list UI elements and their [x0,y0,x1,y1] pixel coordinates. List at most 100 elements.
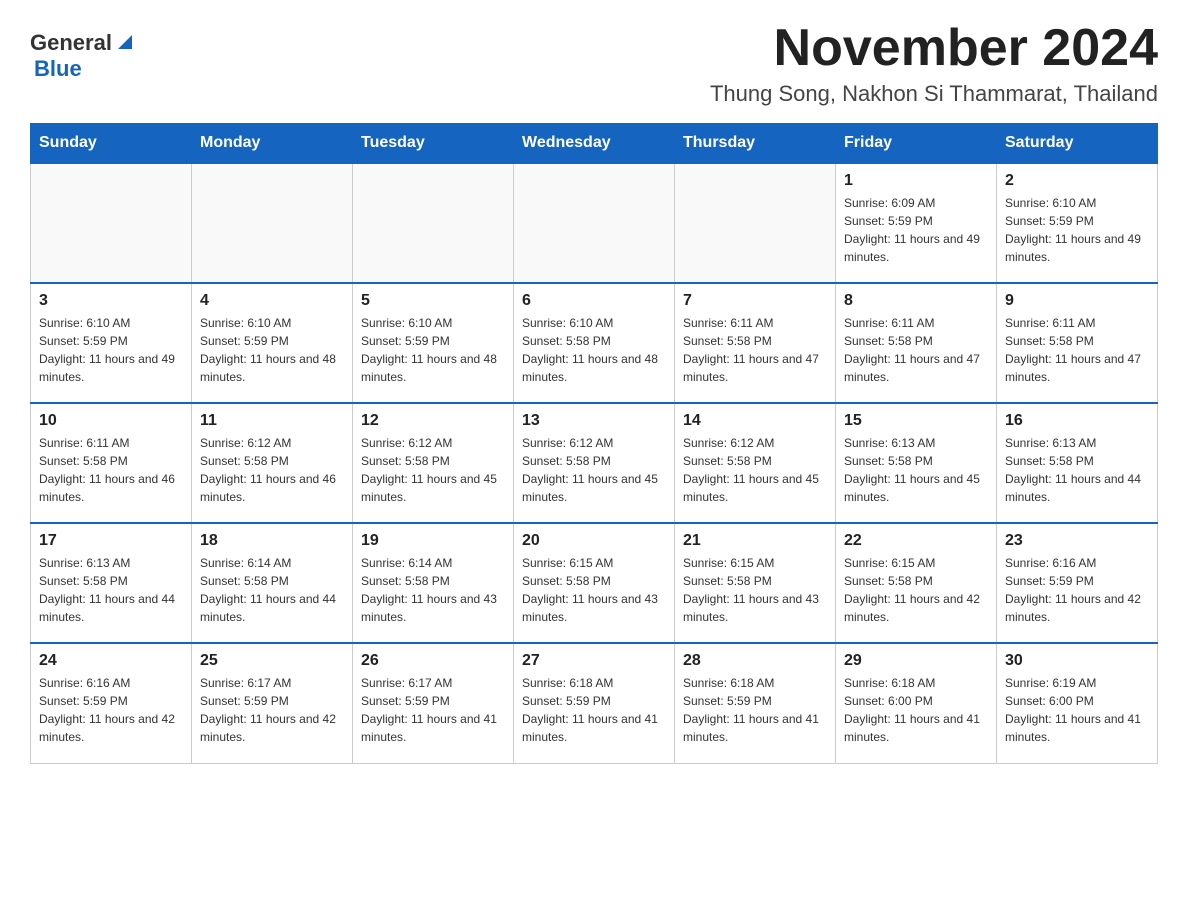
calendar-cell: 10 Sunrise: 6:11 AM Sunset: 5:58 PM Dayli… [31,403,192,523]
weekday-header-thursday: Thursday [675,124,836,164]
day-info: Sunrise: 6:15 AM Sunset: 5:58 PM Dayligh… [844,554,988,626]
calendar-cell: 26 Sunrise: 6:17 AM Sunset: 5:59 PM Dayli… [353,643,514,763]
day-number: 10 [39,412,183,430]
day-number: 6 [522,292,666,310]
day-info: Sunrise: 6:17 AM Sunset: 5:59 PM Dayligh… [361,674,505,746]
calendar-table: SundayMondayTuesdayWednesdayThursdayFrid… [30,123,1158,764]
calendar-cell: 24Sunrise: 6:16 AM Sunset: 5:59 PM Dayli… [31,643,192,763]
day-number: 24 [39,652,183,670]
calendar-cell: 12 Sunrise: 6:12 AM Sunset: 5:58 PM Dayli… [353,403,514,523]
weekday-header-monday: Monday [192,124,353,164]
month-title: November 2024 [710,20,1158,77]
day-number: 20 [522,532,666,550]
day-number: 27 [522,652,666,670]
logo: General Blue [30,20,136,82]
day-number: 16 [1005,412,1149,430]
day-info: Sunrise: 6:15 AM Sunset: 5:58 PM Dayligh… [683,554,827,626]
calendar-cell: 20Sunrise: 6:15 AM Sunset: 5:58 PM Dayli… [514,523,675,643]
day-info: Sunrise: 6:11 AM Sunset: 5:58 PM Dayligh… [1005,314,1149,386]
calendar-cell: 25 Sunrise: 6:17 AM Sunset: 5:59 PM Dayli… [192,643,353,763]
logo-triangle-icon [114,31,136,53]
day-info: Sunrise: 6:10 AM Sunset: 5:59 PM Dayligh… [200,314,344,386]
day-info: Sunrise: 6:18 AM Sunset: 5:59 PM Dayligh… [522,674,666,746]
calendar-cell: 7 Sunrise: 6:11 AM Sunset: 5:58 PM Daylig… [675,283,836,403]
calendar-cell: 9 Sunrise: 6:11 AM Sunset: 5:58 PM Daylig… [997,283,1158,403]
day-info: Sunrise: 6:13 AM Sunset: 5:58 PM Dayligh… [39,554,183,626]
calendar-cell: 17 Sunrise: 6:13 AM Sunset: 5:58 PM Dayli… [31,523,192,643]
weekday-header-sunday: Sunday [31,124,192,164]
weekday-header-saturday: Saturday [997,124,1158,164]
calendar-cell: 23 Sunrise: 6:16 AM Sunset: 5:59 PM Dayli… [997,523,1158,643]
day-info: Sunrise: 6:11 AM Sunset: 5:58 PM Dayligh… [844,314,988,386]
day-info: Sunrise: 6:14 AM Sunset: 5:58 PM Dayligh… [200,554,344,626]
week-row-4: 17 Sunrise: 6:13 AM Sunset: 5:58 PM Dayli… [31,523,1158,643]
day-number: 28 [683,652,827,670]
day-number: 4 [200,292,344,310]
day-number: 11 [200,412,344,430]
calendar-cell: 28 Sunrise: 6:18 AM Sunset: 5:59 PM Dayli… [675,643,836,763]
day-number: 8 [844,292,988,310]
day-number: 18 [200,532,344,550]
week-row-5: 24Sunrise: 6:16 AM Sunset: 5:59 PM Dayli… [31,643,1158,763]
calendar-cell: 13 Sunrise: 6:12 AM Sunset: 5:58 PM Dayli… [514,403,675,523]
day-number: 1 [844,172,988,190]
day-number: 26 [361,652,505,670]
day-number: 15 [844,412,988,430]
day-number: 12 [361,412,505,430]
day-info: Sunrise: 6:14 AM Sunset: 5:58 PM Dayligh… [361,554,505,626]
weekday-header-tuesday: Tuesday [353,124,514,164]
calendar-cell: 2Sunrise: 6:10 AM Sunset: 5:59 PM Daylig… [997,163,1158,283]
calendar-cell: 30Sunrise: 6:19 AM Sunset: 6:00 PM Dayli… [997,643,1158,763]
day-info: Sunrise: 6:11 AM Sunset: 5:58 PM Dayligh… [683,314,827,386]
location-title: Thung Song, Nakhon Si Thammarat, Thailan… [710,81,1158,107]
calendar-cell [514,163,675,283]
day-number: 14 [683,412,827,430]
day-info: Sunrise: 6:18 AM Sunset: 6:00 PM Dayligh… [844,674,988,746]
weekday-header-wednesday: Wednesday [514,124,675,164]
day-number: 25 [200,652,344,670]
calendar-cell: 6 Sunrise: 6:10 AM Sunset: 5:58 PM Daylig… [514,283,675,403]
calendar-cell: 16Sunrise: 6:13 AM Sunset: 5:58 PM Dayli… [997,403,1158,523]
weekday-header-friday: Friday [836,124,997,164]
calendar-cell: 21 Sunrise: 6:15 AM Sunset: 5:58 PM Dayli… [675,523,836,643]
calendar-cell: 19 Sunrise: 6:14 AM Sunset: 5:58 PM Dayli… [353,523,514,643]
calendar-cell [353,163,514,283]
day-number: 21 [683,532,827,550]
day-info: Sunrise: 6:18 AM Sunset: 5:59 PM Dayligh… [683,674,827,746]
day-info: Sunrise: 6:17 AM Sunset: 5:59 PM Dayligh… [200,674,344,746]
calendar-cell: 5 Sunrise: 6:10 AM Sunset: 5:59 PM Daylig… [353,283,514,403]
logo-general: General [30,30,112,56]
day-info: Sunrise: 6:12 AM Sunset: 5:58 PM Dayligh… [361,434,505,506]
day-info: Sunrise: 6:16 AM Sunset: 5:59 PM Dayligh… [1005,554,1149,626]
day-info: Sunrise: 6:09 AM Sunset: 5:59 PM Dayligh… [844,194,988,266]
day-number: 29 [844,652,988,670]
calendar-cell: 27 Sunrise: 6:18 AM Sunset: 5:59 PM Dayli… [514,643,675,763]
calendar-cell: 1 Sunrise: 6:09 AM Sunset: 5:59 PM Daylig… [836,163,997,283]
day-info: Sunrise: 6:12 AM Sunset: 5:58 PM Dayligh… [200,434,344,506]
day-number: 5 [361,292,505,310]
day-number: 13 [522,412,666,430]
day-info: Sunrise: 6:19 AM Sunset: 6:00 PM Dayligh… [1005,674,1149,746]
day-info: Sunrise: 6:11 AM Sunset: 5:58 PM Dayligh… [39,434,183,506]
day-number: 23 [1005,532,1149,550]
day-info: Sunrise: 6:10 AM Sunset: 5:58 PM Dayligh… [522,314,666,386]
calendar-cell [31,163,192,283]
calendar-cell: 15 Sunrise: 6:13 AM Sunset: 5:58 PM Dayli… [836,403,997,523]
day-number: 7 [683,292,827,310]
calendar-cell: 18 Sunrise: 6:14 AM Sunset: 5:58 PM Dayli… [192,523,353,643]
calendar-cell [192,163,353,283]
day-info: Sunrise: 6:13 AM Sunset: 5:58 PM Dayligh… [844,434,988,506]
calendar-cell: 3 Sunrise: 6:10 AM Sunset: 5:59 PM Daylig… [31,283,192,403]
day-number: 19 [361,532,505,550]
week-row-1: 1 Sunrise: 6:09 AM Sunset: 5:59 PM Daylig… [31,163,1158,283]
day-number: 9 [1005,292,1149,310]
day-number: 3 [39,292,183,310]
day-info: Sunrise: 6:12 AM Sunset: 5:58 PM Dayligh… [522,434,666,506]
calendar-cell: 22 Sunrise: 6:15 AM Sunset: 5:58 PM Dayli… [836,523,997,643]
day-number: 2 [1005,172,1149,190]
day-number: 22 [844,532,988,550]
day-info: Sunrise: 6:10 AM Sunset: 5:59 PM Dayligh… [361,314,505,386]
calendar-cell: 4 Sunrise: 6:10 AM Sunset: 5:59 PM Daylig… [192,283,353,403]
day-info: Sunrise: 6:10 AM Sunset: 5:59 PM Dayligh… [39,314,183,386]
day-number: 17 [39,532,183,550]
